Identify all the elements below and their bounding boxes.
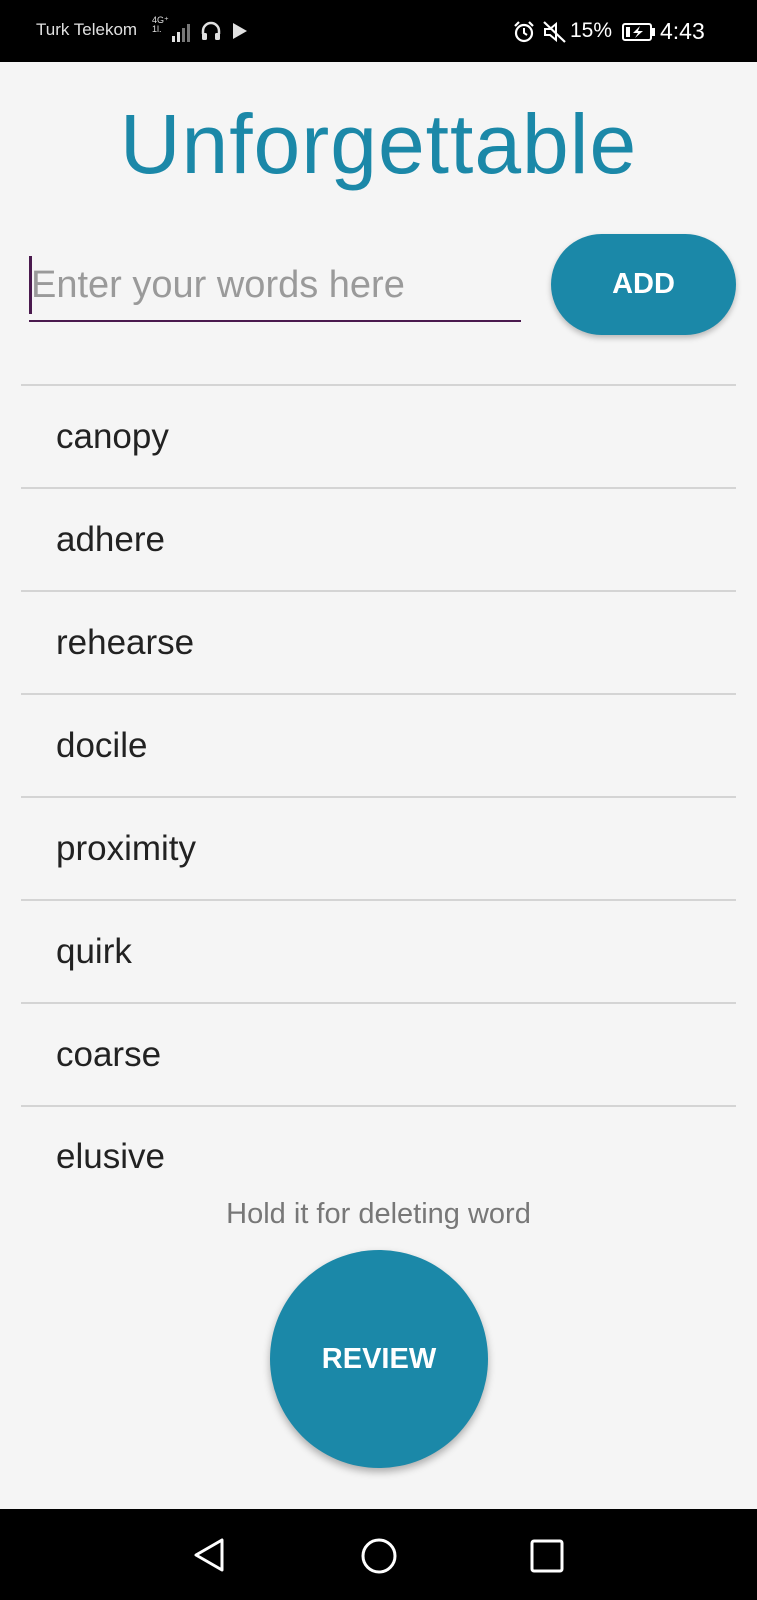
carrier-name: Turk Telekom [36,20,138,39]
alarm-icon [514,21,534,43]
status-bar: Turk Telekom 4G⁺ 1l. 15% 4:43 [0,0,757,62]
signal-icon [172,24,190,42]
mute-icon [543,21,566,43]
battery-charging-icon [622,23,655,41]
list-item[interactable]: elusive [21,1105,736,1185]
list-item[interactable]: coarse [21,1002,736,1105]
word-list: canopy adhere rehearse docile proximity … [21,384,736,1185]
list-item[interactable]: proximity [21,796,736,899]
list-item[interactable]: adhere [21,487,736,590]
word-input[interactable] [29,250,521,322]
play-icon [233,23,247,39]
review-button[interactable]: REVIEW [270,1250,488,1468]
network-badge-bottom: 1l. [152,24,162,34]
battery-percent: 15% [570,19,613,42]
list-item[interactable]: docile [21,693,736,796]
navigation-bar [0,1509,757,1600]
home-icon[interactable] [360,1537,398,1575]
add-button[interactable]: ADD [551,234,736,335]
app-title: Unforgettable [119,97,638,191]
hint-text: Hold it for deleting word [226,1198,531,1230]
list-item[interactable]: quirk [21,899,736,1002]
list-item[interactable]: rehearse [21,590,736,693]
recents-icon[interactable] [530,1539,564,1573]
list-item[interactable]: canopy [21,384,736,487]
network-type-badge: 4G⁺ 1l. [152,16,169,34]
status-time: 4:43 [660,18,705,44]
headset-icon [201,21,221,40]
back-icon[interactable] [192,1537,226,1573]
